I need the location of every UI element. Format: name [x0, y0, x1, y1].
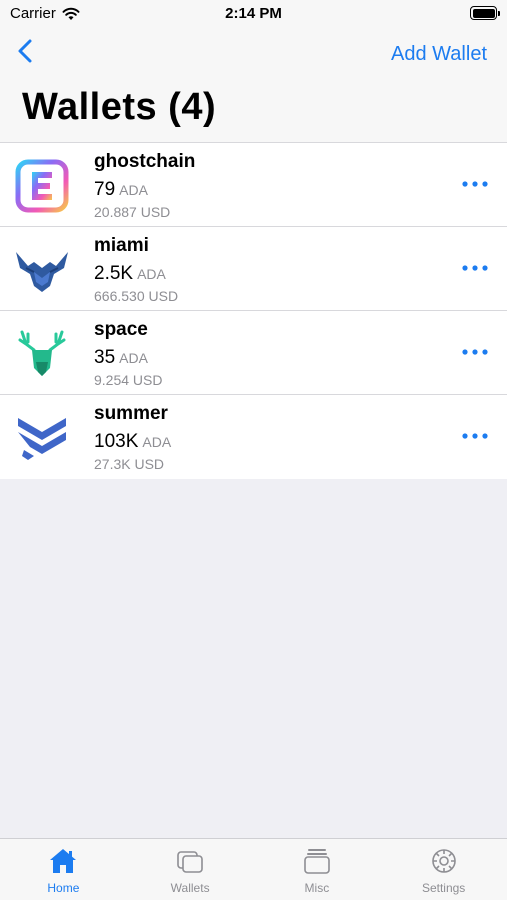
- back-chevron-icon[interactable]: [12, 36, 42, 66]
- wallet-fiat-value: 27.3K USD: [94, 456, 165, 472]
- wallet-amount: 79 ADA: [94, 179, 148, 201]
- wallet-row-summer[interactable]: summer 103K ADA 27.3K USD: [0, 395, 507, 479]
- wallet-name: ghostchain: [94, 151, 196, 172]
- amount-value: 79: [94, 179, 116, 200]
- misc-icon: [304, 849, 330, 874]
- wallet-fiat-value: 9.254 USD: [94, 372, 163, 388]
- wallet-row-miami[interactable]: miami 2.5K ADA 666.530 USD: [0, 227, 507, 311]
- wallet-amount: 2.5K ADA: [94, 263, 166, 285]
- status-time: 2:14 PM: [225, 5, 282, 22]
- wallet-fiat-value: 666.530 USD: [94, 288, 179, 304]
- wallet-amount: 35 ADA: [94, 347, 148, 369]
- miami-avatar-icon: [16, 252, 68, 292]
- add-wallet-button[interactable]: Add Wallet: [391, 43, 487, 66]
- wallet-name: space: [94, 319, 148, 340]
- amount-unit: ADA: [142, 434, 172, 450]
- tab-label: Wallets: [170, 881, 210, 895]
- more-options-icon[interactable]: [461, 263, 489, 273]
- amount-unit: ADA: [137, 266, 166, 282]
- amount-unit: ADA: [119, 182, 148, 198]
- summer-avatar-icon: [18, 418, 66, 460]
- tab-settings[interactable]: Settings: [380, 839, 507, 900]
- tab-home[interactable]: Home: [0, 839, 127, 900]
- amount-value: 2.5K: [94, 263, 134, 284]
- tab-label: Home: [47, 881, 80, 895]
- wallets-icon: [177, 851, 203, 873]
- wallet-name: summer: [94, 403, 168, 424]
- wallet-list: ghostchain 79 ADA 20.887 USD miami 2.5K AD…: [0, 142, 507, 479]
- wallet-fiat-value: 20.887 USD: [94, 204, 171, 220]
- status-bar: Carrier 2:14 PM: [0, 0, 507, 28]
- more-options-icon[interactable]: [461, 347, 489, 357]
- more-options-icon[interactable]: [461, 431, 489, 441]
- amount-unit: ADA: [119, 350, 148, 366]
- tab-label: Settings: [421, 881, 466, 895]
- wallet-row-space[interactable]: space 35 ADA 9.254 USD: [0, 311, 507, 395]
- wallet-row-ghostchain[interactable]: ghostchain 79 ADA 20.887 USD: [0, 143, 507, 227]
- tab-misc[interactable]: Misc: [254, 839, 381, 900]
- battery-icon: [470, 6, 500, 20]
- home-icon: [50, 849, 77, 873]
- ghostchain-avatar-icon: [15, 159, 69, 213]
- amount-value: 35: [94, 347, 116, 368]
- wallet-amount: 103K ADA: [94, 431, 171, 453]
- page-title: Wallets (4): [22, 86, 217, 128]
- tab-wallets[interactable]: Wallets: [127, 839, 254, 900]
- tab-bar: Home Wallets Misc Settings: [0, 838, 507, 900]
- tab-label: Misc: [304, 881, 330, 895]
- space-avatar-icon: [18, 330, 66, 376]
- wallet-name: miami: [94, 235, 149, 256]
- amount-value: 103K: [94, 431, 139, 452]
- settings-icon: [431, 849, 456, 873]
- more-options-icon[interactable]: [461, 179, 489, 189]
- navigation-bar: Add Wallet Wallets (4): [0, 28, 507, 142]
